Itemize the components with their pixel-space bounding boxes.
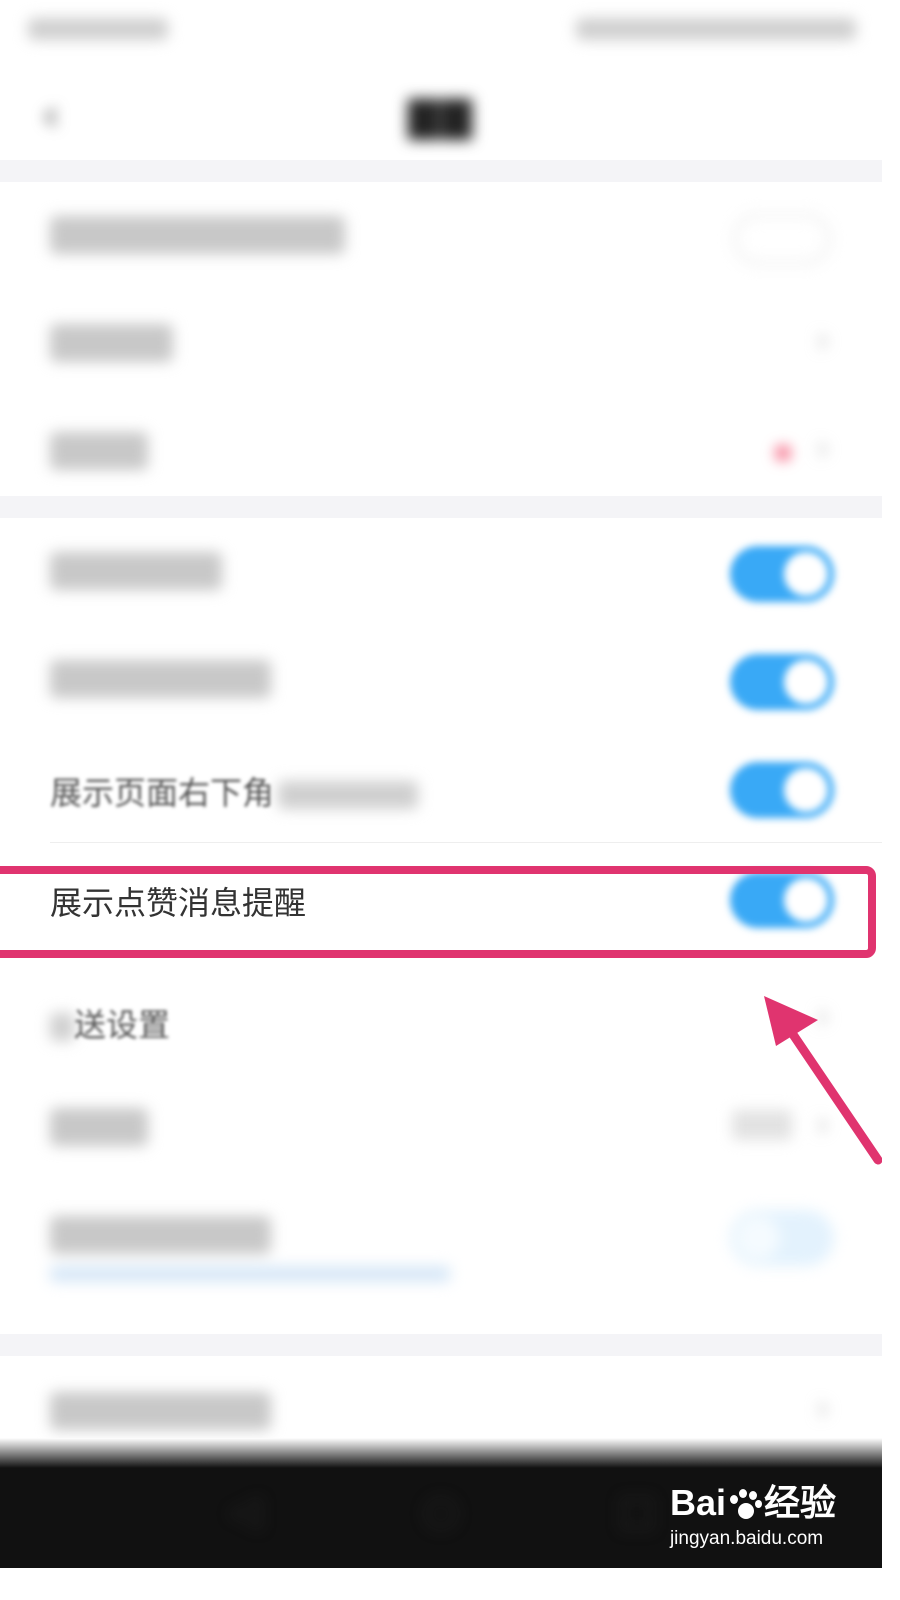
nav-recents-icon[interactable]: □ bbox=[612, 1488, 662, 1538]
watermark-url: jingyan.baidu.com bbox=[669, 1528, 824, 1549]
nav-home-icon[interactable]: ○ bbox=[416, 1488, 466, 1538]
nav-back-icon[interactable]: ◁ bbox=[220, 1488, 270, 1538]
watermark-brand-suffix: 经验 bbox=[763, 1482, 836, 1523]
baidu-jingyan-watermark: Bai 经验 jingyan.baidu.com bbox=[670, 1474, 836, 1550]
watermark-brand: Bai bbox=[669, 1482, 726, 1523]
paw-icon bbox=[728, 1489, 762, 1521]
annotation-arrow-icon bbox=[764, 996, 882, 1165]
